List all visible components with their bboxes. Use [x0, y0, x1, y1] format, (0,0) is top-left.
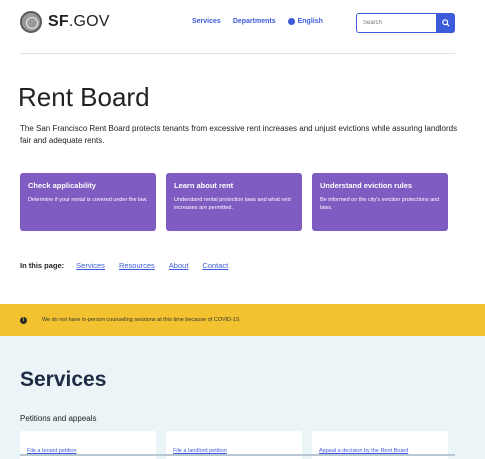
page-intro: The San Francisco Rent Board protects te…	[20, 124, 458, 145]
sfgov-logo[interactable]: SF.GOV	[20, 10, 110, 34]
section-bottom-line	[20, 454, 455, 456]
anchor-about[interactable]: About	[169, 261, 189, 270]
info-icon: i	[20, 316, 27, 324]
topic-cards: Check applicability Determine if your re…	[20, 173, 458, 231]
card-check-applicability[interactable]: Check applicability Determine if your re…	[20, 173, 156, 231]
services-subheading: Petitions and appeals	[20, 414, 97, 423]
city-seal-icon	[20, 11, 42, 33]
card-eviction-rules[interactable]: Understand eviction rules Be informed on…	[312, 173, 448, 231]
card-desc: Determine if your rental is covered unde…	[28, 197, 148, 203]
nav-departments[interactable]: Departments	[233, 18, 276, 25]
card-title: Learn about rent	[174, 181, 234, 190]
globe-icon	[287, 18, 295, 25]
search-button[interactable]	[436, 13, 455, 33]
card-desc: Understand rental protection laws and wh…	[174, 197, 291, 211]
in-this-page-label: In this page:	[20, 261, 65, 270]
services-heading: Services	[20, 368, 107, 391]
nav-services[interactable]: Services	[192, 18, 221, 25]
card-title: Check applicability	[28, 181, 96, 190]
in-this-page-nav: In this page: Services Resources About C…	[20, 261, 242, 270]
covid-alert-banner: i We do not have in-person counseling se…	[0, 304, 485, 336]
card-title: Understand eviction rules	[320, 181, 413, 190]
anchor-resources[interactable]: Resources	[119, 261, 155, 270]
site-header: SF.GOV Services Departments English	[0, 0, 485, 50]
page-title: Rent Board	[18, 82, 150, 112]
anchor-services[interactable]: Services	[76, 261, 105, 270]
search-box	[356, 13, 455, 33]
search-icon	[441, 19, 450, 27]
header-divider	[20, 53, 455, 54]
anchor-contact[interactable]: Contact	[202, 261, 228, 270]
language-selector[interactable]: English	[298, 18, 323, 25]
card-desc: Be informed on the city's eviction prote…	[320, 197, 440, 211]
services-section: Services Petitions and appeals File a te…	[0, 336, 485, 459]
card-learn-about-rent[interactable]: Learn about rent Understand rental prote…	[166, 173, 302, 231]
alert-text: We do not have in-person counseling sess…	[42, 317, 241, 323]
logo-text: SF.GOV	[48, 13, 110, 30]
main-nav: Services Departments English	[192, 18, 335, 25]
search-input[interactable]	[356, 13, 436, 33]
